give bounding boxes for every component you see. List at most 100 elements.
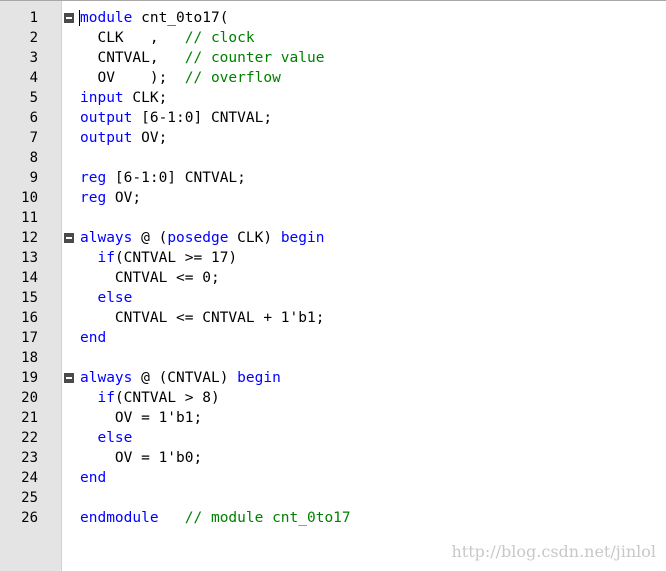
- keyword-token: if: [97, 390, 115, 406]
- code-line[interactable]: 26 endmodule // module cnt_0to17: [0, 508, 666, 528]
- line-number: 14: [21, 270, 38, 286]
- line-number: 8: [29, 150, 38, 166]
- line-number: 7: [29, 130, 38, 146]
- code-text: OV = 1'b1;: [80, 408, 202, 428]
- code-line[interactable]: 21 OV = 1'b1;: [0, 408, 666, 428]
- code-line[interactable]: 23 OV = 1'b0;: [0, 448, 666, 468]
- line-number: 18: [21, 350, 38, 366]
- line-number: 9: [29, 170, 38, 186]
- keyword-token: reg: [80, 190, 107, 206]
- fold-collapse-icon[interactable]: [64, 13, 74, 23]
- text-token: @ (CNTVAL): [132, 370, 238, 386]
- code-text: CNTVAL <= 0;: [80, 268, 220, 288]
- code-line[interactable]: 2 CLK , // clock: [0, 28, 666, 48]
- code-text: always @ (posedge CLK) begin: [80, 228, 324, 248]
- code-line[interactable]: 25: [0, 488, 666, 508]
- keyword-token: end: [80, 330, 107, 346]
- text-token: OV );: [80, 70, 185, 86]
- keyword-token: output: [80, 110, 133, 126]
- fold-collapse-icon[interactable]: [64, 233, 74, 243]
- keyword-token: module: [80, 10, 133, 26]
- code-text: OV = 1'b0;: [80, 448, 202, 468]
- code-editor[interactable]: 1 module cnt_0to17(2 CLK , // clock 3 CNTV…: [0, 0, 666, 571]
- line-number: 6: [29, 110, 38, 126]
- code-line[interactable]: 12 always @ (posedge CLK) begin: [0, 228, 666, 248]
- code-line[interactable]: 6 output [6-1:0] CNTVAL;: [0, 108, 666, 128]
- code-line[interactable]: 9 reg [6-1:0] CNTVAL;: [0, 168, 666, 188]
- code-line[interactable]: 19 always @ (CNTVAL) begin: [0, 368, 666, 388]
- text-token: @ (: [132, 230, 168, 246]
- code-text: if(CNTVAL > 8): [80, 388, 220, 408]
- line-number: 11: [21, 210, 38, 226]
- keyword-token: else: [97, 430, 133, 446]
- code-text: module cnt_0to17(: [80, 8, 228, 28]
- line-number: 25: [21, 490, 38, 506]
- code-line[interactable]: 7 output OV;: [0, 128, 666, 148]
- code-line[interactable]: 20 if(CNTVAL > 8): [0, 388, 666, 408]
- code-lines: 1 module cnt_0to17(2 CLK , // clock 3 CNTV…: [0, 8, 666, 528]
- code-line[interactable]: 24 end: [0, 468, 666, 488]
- line-number: 3: [29, 50, 38, 66]
- keyword-token: begin: [280, 230, 325, 246]
- line-number: 20: [21, 390, 38, 406]
- line-number: 2: [29, 30, 38, 46]
- line-number: 24: [21, 470, 38, 486]
- code-text: output OV;: [80, 128, 167, 148]
- text-token: CLK ,: [80, 30, 185, 46]
- code-line[interactable]: 1 module cnt_0to17(: [0, 8, 666, 28]
- text-token: OV;: [106, 190, 142, 206]
- keyword-token: output: [80, 130, 133, 146]
- fold-collapse-icon[interactable]: [64, 373, 74, 383]
- text-token: (CNTVAL > 8): [114, 390, 220, 406]
- keyword-token: reg: [80, 170, 107, 186]
- code-line[interactable]: 16 CNTVAL <= CNTVAL + 1'b1;: [0, 308, 666, 328]
- line-number: 23: [21, 450, 38, 466]
- line-number: 21: [21, 410, 38, 426]
- line-number: 22: [21, 430, 38, 446]
- code-line[interactable]: 3 CNTVAL, // counter value: [0, 48, 666, 68]
- code-line[interactable]: 5 input CLK;: [0, 88, 666, 108]
- code-line[interactable]: 17 end: [0, 328, 666, 348]
- keyword-token: if: [97, 250, 115, 266]
- code-text: CNTVAL, // counter value: [80, 48, 324, 68]
- comment-token: // module cnt_0to17: [184, 510, 351, 526]
- code-line[interactable]: 18: [0, 348, 666, 368]
- text-token: CLK): [228, 230, 281, 246]
- text-token: OV = 1'b0;: [80, 450, 203, 466]
- line-number: 26: [21, 510, 38, 526]
- code-text: else: [80, 288, 132, 308]
- keyword-token: always: [80, 370, 133, 386]
- text-token: [6-1:0] CNTVAL;: [106, 170, 246, 186]
- text-token: (CNTVAL >= 17): [114, 250, 238, 266]
- code-line[interactable]: 4 OV ); // overflow: [0, 68, 666, 88]
- code-line[interactable]: 8: [0, 148, 666, 168]
- code-line[interactable]: 14 CNTVAL <= 0;: [0, 268, 666, 288]
- code-text: if(CNTVAL >= 17): [80, 248, 237, 268]
- code-line[interactable]: 15 else: [0, 288, 666, 308]
- text-token: cnt_0to17(: [132, 10, 229, 26]
- watermark: http://blog.csdn.net/jinlol: [451, 542, 656, 561]
- line-number: 15: [21, 290, 38, 306]
- code-line[interactable]: 11: [0, 208, 666, 228]
- text-token: OV = 1'b1;: [80, 410, 203, 426]
- code-line[interactable]: 13 if(CNTVAL >= 17): [0, 248, 666, 268]
- line-number: 12: [21, 230, 38, 246]
- comment-token: // counter value: [184, 50, 325, 66]
- keyword-token: begin: [237, 370, 281, 386]
- code-line[interactable]: 10 reg OV;: [0, 188, 666, 208]
- keyword-token: always: [80, 230, 133, 246]
- line-number: 17: [21, 330, 38, 346]
- comment-token: // clock: [184, 30, 255, 46]
- code-line[interactable]: 22 else: [0, 428, 666, 448]
- code-text: input CLK;: [80, 88, 167, 108]
- code-text: reg [6-1:0] CNTVAL;: [80, 168, 246, 188]
- code-text: endmodule // module cnt_0to17: [80, 508, 351, 528]
- comment-token: // overflow: [184, 70, 281, 86]
- line-number: 16: [21, 310, 38, 326]
- code-text: OV ); // overflow: [80, 68, 281, 88]
- line-number: 10: [21, 190, 38, 206]
